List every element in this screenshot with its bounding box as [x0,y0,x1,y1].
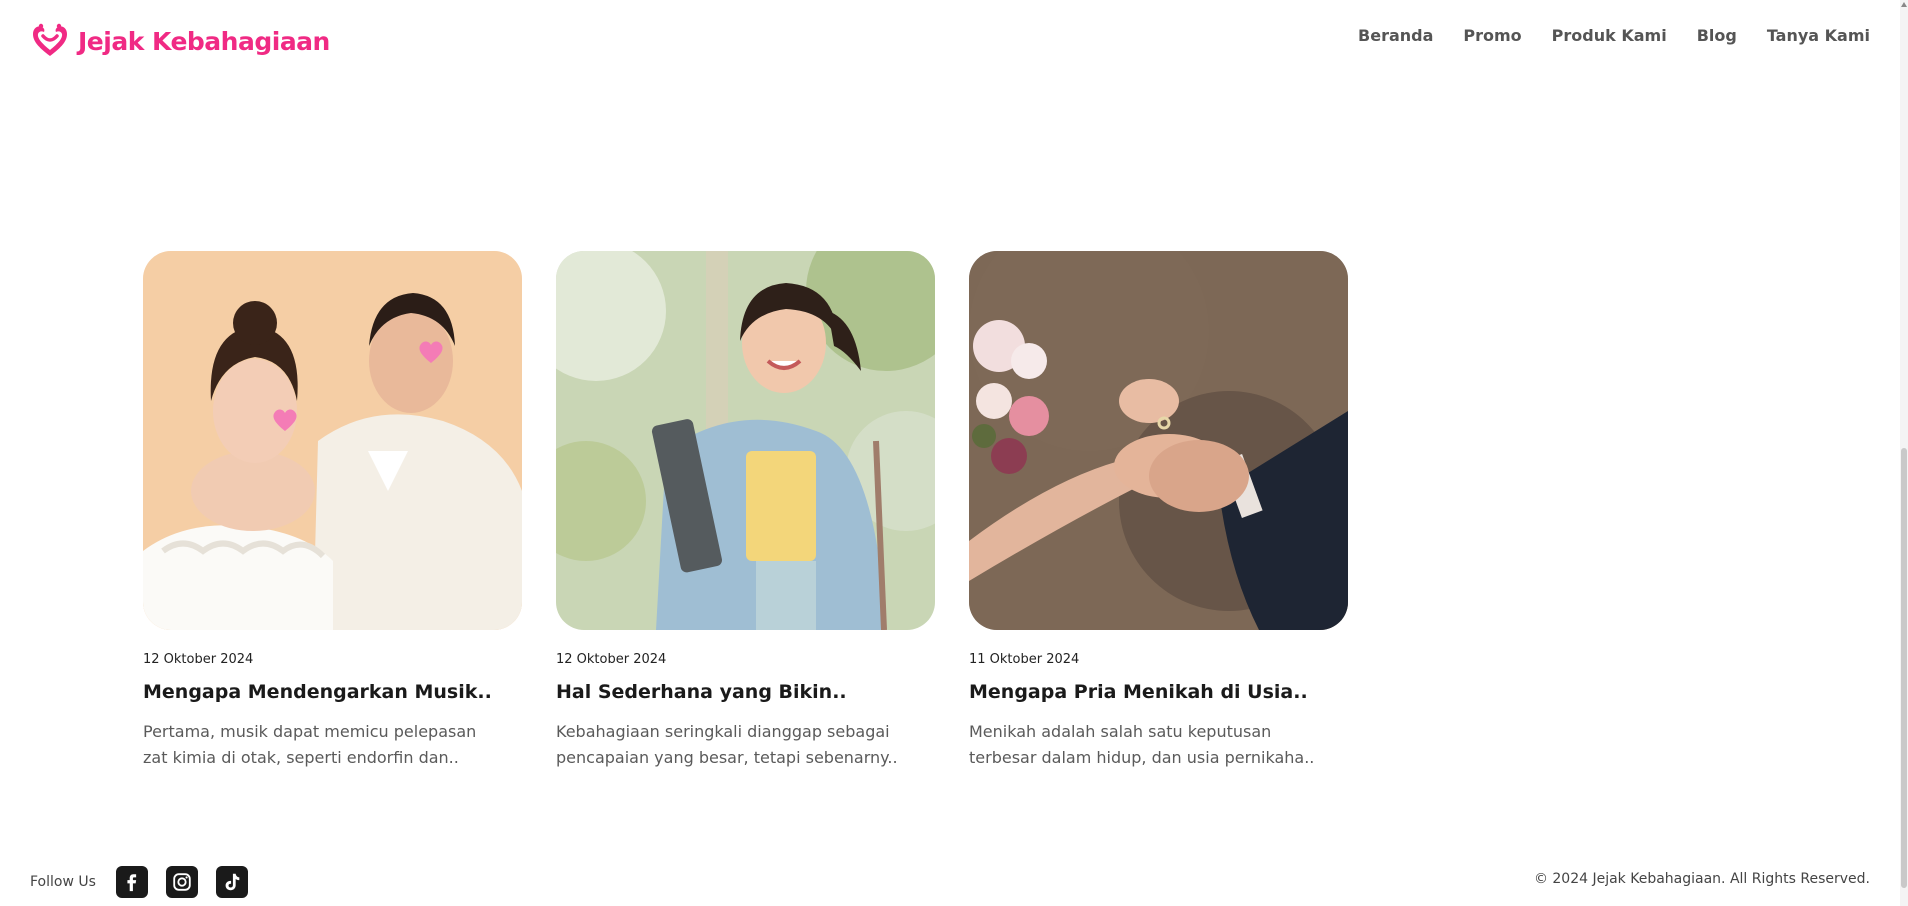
facebook-icon[interactable] [115,866,148,898]
blog-card[interactable]: 12 Oktober 2024 Hal Sederhana yang Bikin… [556,251,935,771]
post-excerpt-line: terbesar dalam hidup, dan usia pernikaha… [969,748,1315,767]
brand-name: Jejak Kebahagiaan [78,26,330,56]
post-title[interactable]: Mengapa Pria Menikah di Usia.. [969,681,1348,703]
social-links: Follow Us [30,866,248,898]
nav-tanya-kami[interactable]: Tanya Kami [1767,26,1870,45]
page: Jejak Kebahagiaan Beranda Promo Produk K… [0,0,1908,906]
blog-card-image[interactable] [969,251,1348,630]
scroll-up-icon[interactable] [1901,2,1907,7]
post-title[interactable]: Hal Sederhana yang Bikin.. [556,681,935,703]
post-excerpt-line: Kebahagiaan seringkali dianggap sebagai [556,722,890,741]
blog-post-list: 12 Oktober 2024 Mengapa Mendengarkan Mus… [143,251,1348,771]
blog-card-image[interactable] [556,251,935,630]
woman-photo [556,251,935,630]
post-date: 12 Oktober 2024 [143,652,254,667]
couple-photo [143,251,522,630]
tiktok-icon[interactable] [215,866,248,898]
blog-card-image[interactable] [143,251,522,630]
nav-produk-kami[interactable]: Produk Kami [1552,26,1667,45]
post-excerpt: Kebahagiaan seringkali dianggap sebagai … [556,719,935,771]
post-date: 11 Oktober 2024 [969,652,1080,667]
main-nav: Beranda Promo Produk Kami Blog Tanya Kam… [1358,26,1870,45]
scrollbar-thumb[interactable] [1901,448,1907,888]
post-excerpt: Menikah adalah salah satu keputusan terb… [969,719,1348,771]
brand-logo[interactable]: Jejak Kebahagiaan [30,22,330,60]
instagram-icon[interactable] [165,866,198,898]
hands-ring-photo [969,251,1348,630]
post-excerpt-line: Menikah adalah salah satu keputusan [969,722,1272,741]
scrollbar[interactable] [1900,0,1908,906]
post-title[interactable]: Mengapa Mendengarkan Musik.. [143,681,522,703]
nav-promo[interactable]: Promo [1463,26,1521,45]
post-excerpt: Pertama, musik dapat memicu pelepasan za… [143,719,522,771]
post-excerpt-line: pencapaian yang besar, tetapi sebenarny.… [556,748,898,767]
blog-card[interactable]: 12 Oktober 2024 Mengapa Mendengarkan Mus… [143,251,522,771]
nav-beranda[interactable]: Beranda [1358,26,1433,45]
follow-label: Follow Us [30,874,96,890]
post-excerpt-line: zat kimia di otak, seperti endorfin dan.… [143,748,459,767]
heart-logo-icon [33,23,67,56]
copyright-text: © 2024 Jejak Kebahagiaan. All Rights Res… [1533,871,1870,887]
nav-blog[interactable]: Blog [1697,26,1737,45]
post-excerpt-line: Pertama, musik dapat memicu pelepasan [143,722,477,741]
blog-card[interactable]: 11 Oktober 2024 Mengapa Pria Menikah di … [969,251,1348,771]
post-date: 12 Oktober 2024 [556,652,667,667]
